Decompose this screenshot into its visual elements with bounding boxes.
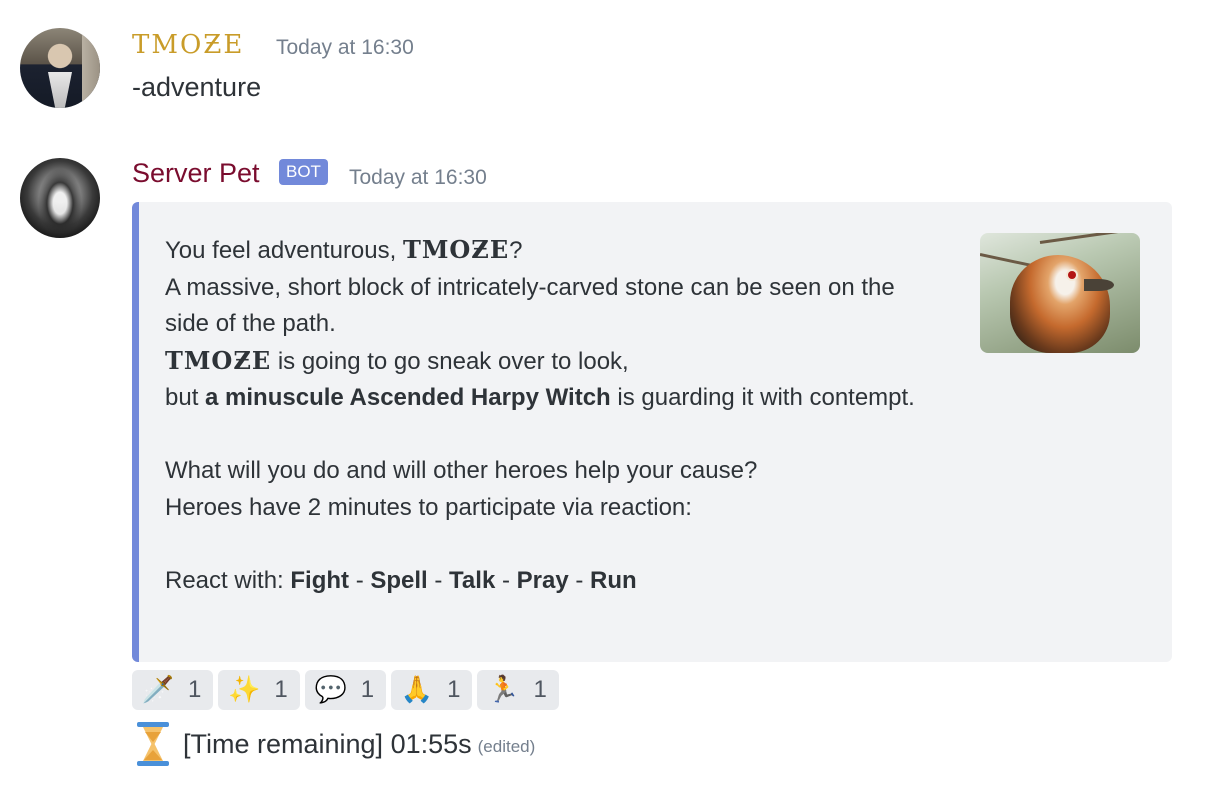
running-person-icon: 🏃 — [487, 675, 520, 705]
enemy-name: a minuscule Ascended Harpy Witch — [205, 384, 611, 411]
avatar-figure — [48, 72, 72, 108]
bot-badge: BOT — [279, 159, 328, 185]
praying-hands-icon: 🙏 — [400, 675, 434, 705]
embed-line: but a minuscule Ascended Harpy Witch is … — [165, 380, 925, 417]
embed-line: A massive, short block of intricately-ca… — [165, 273, 895, 338]
reaction-count: 1 — [533, 676, 547, 703]
embed-line: TMOƵE is going to go sneak over to look, — [165, 343, 925, 381]
avatar-background — [82, 28, 100, 108]
reaction-pray[interactable]: 🙏 1 — [391, 670, 473, 710]
reaction-sparkles[interactable]: ✨ 1 — [218, 670, 300, 710]
embed-text: React with: — [165, 566, 291, 594]
action-run: Run — [590, 566, 637, 594]
embed-line: You feel adventurous, TMOƵE? — [165, 232, 925, 270]
edited-label: (edited) — [477, 737, 536, 756]
hourglass-cap — [137, 722, 169, 727]
separator: - — [349, 566, 371, 594]
avatar-figure — [38, 168, 82, 232]
username[interactable]: TMOƵE — [132, 30, 244, 60]
sparkles-icon: ✨ — [228, 675, 261, 705]
action-fight: Fight — [290, 566, 350, 594]
message-text: -adventure — [132, 72, 262, 102]
reaction-count: 1 — [360, 676, 375, 703]
action-spell: Spell — [370, 566, 428, 594]
embed-text: You feel adventurous, — [165, 237, 403, 264]
speech-bubble-icon: 💬 — [314, 675, 347, 705]
user-mention: TMOƵE — [402, 235, 510, 264]
embed-thumbnail[interactable] — [980, 233, 1140, 353]
hourglass-cap — [137, 761, 169, 766]
embed-text: ? — [509, 237, 523, 264]
timestamp: Today at 16:30 — [349, 166, 487, 189]
embed-line: What will you do and will other heroes h… — [165, 457, 758, 484]
vulture-eye — [1068, 271, 1076, 279]
embed-line: Heroes have 2 minutes to participate via… — [165, 493, 692, 521]
avatar[interactable] — [20, 28, 100, 108]
user-mention: TMOƵE — [165, 345, 272, 375]
thumbnail-branch — [1039, 233, 1140, 244]
react-instructions: React with: Fight - Spell - Talk - Pray … — [165, 563, 925, 600]
embed-text: but — [165, 384, 206, 411]
hourglass-icon — [137, 722, 169, 766]
separator: - — [568, 566, 590, 594]
hourglass-sand — [145, 732, 161, 742]
vulture-image — [1010, 255, 1110, 353]
separator: - — [427, 566, 450, 594]
embed-text: is going to go sneak over to look, — [271, 347, 629, 375]
time-remaining-text: [Time remaining] 01:55s — [183, 728, 472, 759]
timestamp: Today at 16:30 — [276, 36, 414, 59]
reaction-count: 1 — [447, 676, 461, 703]
dagger-icon: 🗡️ — [141, 675, 175, 705]
reaction-speech[interactable]: 💬 1 — [304, 670, 387, 710]
bot-avatar[interactable] — [20, 158, 100, 238]
vulture-beak — [1084, 279, 1114, 291]
reaction-count: 1 — [188, 676, 202, 703]
timer-message: [Time remaining] 01:55s (edited) — [137, 722, 535, 766]
reaction-dagger[interactable]: 🗡️ 1 — [132, 670, 214, 710]
action-talk: Talk — [449, 566, 496, 594]
message-embed: You feel adventurous, TMOƵE? A massive, … — [132, 202, 1172, 662]
action-pray: Pray — [516, 566, 569, 594]
reaction-count: 1 — [274, 676, 288, 703]
embed-text: is guarding it with contempt. — [610, 384, 915, 411]
bot-username[interactable]: Server Pet — [132, 158, 260, 189]
chat-log: TMOƵE Today at 16:30 -adventure Server P… — [0, 0, 1206, 790]
embed-description: You feel adventurous, TMOƵE? A massive, … — [165, 232, 925, 599]
separator: - — [495, 566, 517, 594]
reactions-bar: 🗡️ 1 ✨ 1 💬 1 🙏 1 🏃 1 — [132, 670, 559, 710]
reaction-run[interactable]: 🏃 1 — [477, 670, 559, 710]
